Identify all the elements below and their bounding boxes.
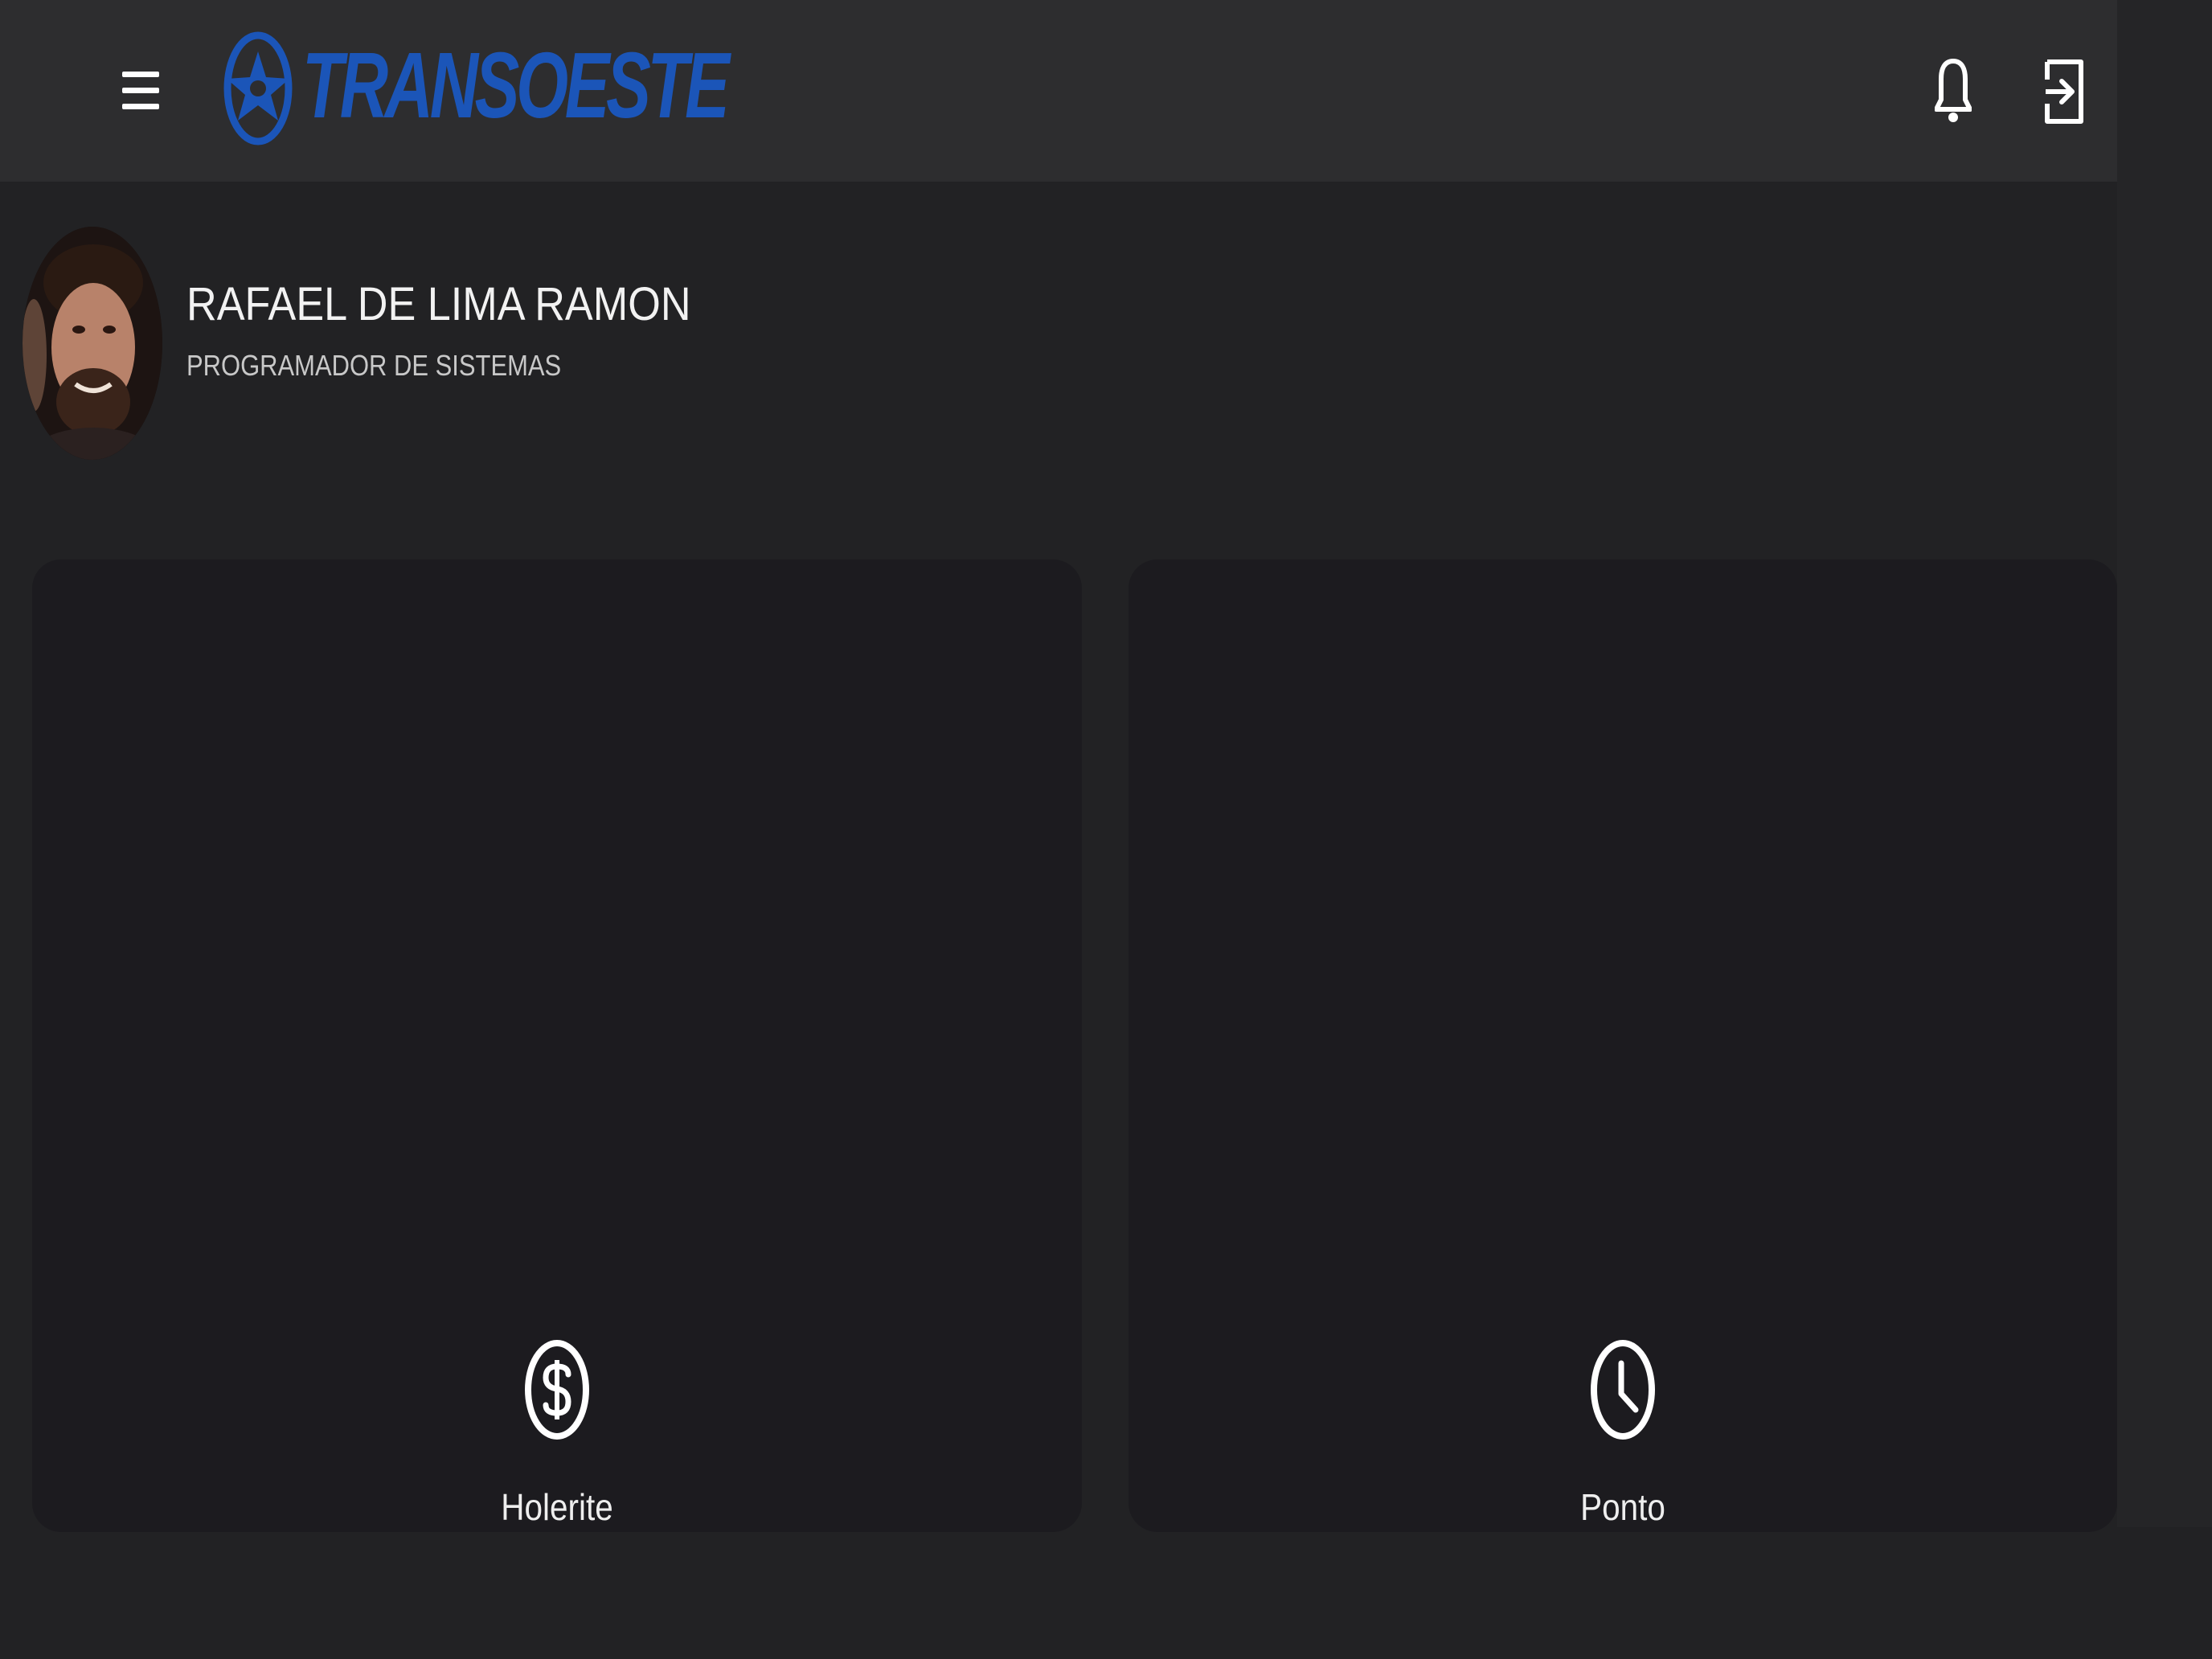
ponto-card[interactable]: Ponto xyxy=(1129,559,2117,1532)
user-profile: RAFAEL DE LIMA RAMON PROGRAMADOR DE SIST… xyxy=(23,227,747,460)
right-edge-strip xyxy=(2117,0,2212,1527)
user-name: RAFAEL DE LIMA RAMON xyxy=(186,277,691,330)
dollar-circle-icon xyxy=(525,1340,589,1440)
hamburger-menu-icon xyxy=(122,72,159,109)
app-screen: TRANSOESTE RAFAEL DE LIMA RAMON PROGRAMA… xyxy=(0,0,2212,1659)
avatar xyxy=(23,227,162,460)
bell-icon xyxy=(1935,59,1972,122)
transoeste-logo: TRANSOESTE xyxy=(222,29,730,148)
top-app-bar: TRANSOESTE xyxy=(0,0,2117,182)
ponto-label: Ponto xyxy=(1580,1486,1665,1528)
holerite-label: Holerite xyxy=(501,1486,613,1528)
logo-wordmark: TRANSOESTE xyxy=(302,33,730,137)
user-photo xyxy=(23,227,162,460)
clock-icon xyxy=(1591,1340,1655,1440)
holerite-card[interactable]: Holerite xyxy=(32,559,1082,1532)
user-role: PROGRAMADOR DE SISTEMAS xyxy=(186,348,562,382)
menu-button[interactable] xyxy=(113,58,169,124)
notifications-button[interactable] xyxy=(1924,51,1982,132)
logout-button[interactable] xyxy=(2032,53,2096,130)
logout-icon xyxy=(2045,59,2083,124)
star-emblem-icon xyxy=(223,31,293,145)
profile-text: RAFAEL DE LIMA RAMON PROGRAMADOR DE SIST… xyxy=(186,277,747,383)
